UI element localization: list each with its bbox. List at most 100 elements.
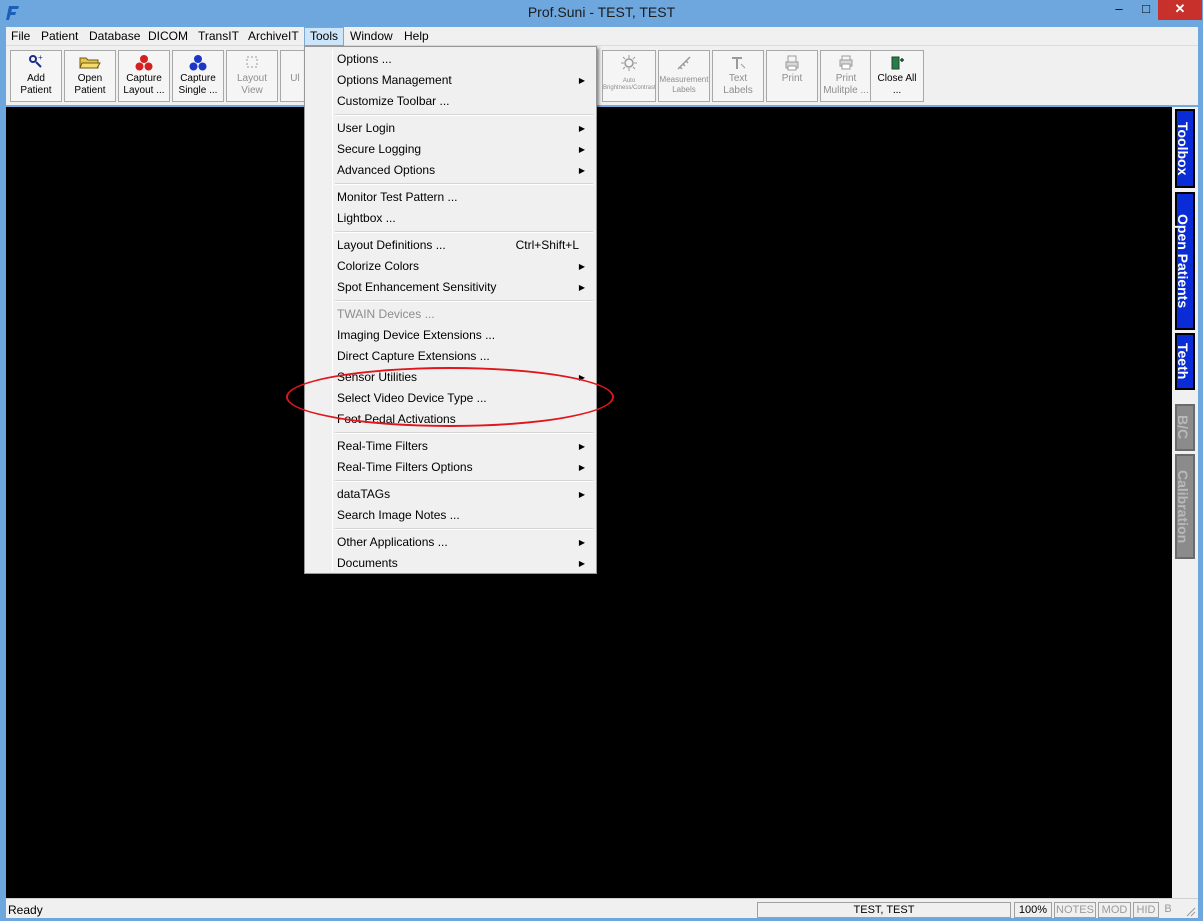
- print-multiple-icon: [821, 51, 871, 73]
- menu-archiveit[interactable]: ArchiveIT: [243, 28, 304, 45]
- status-notes: NOTES: [1054, 902, 1096, 918]
- menu-item-search-image-notes[interactable]: Search Image Notes ...: [337, 505, 593, 526]
- title-bar: Prof.Suni - TEST, TEST – □ ✕: [0, 0, 1203, 26]
- menu-item-direct-capture-extensions[interactable]: Direct Capture Extensions ...: [337, 346, 593, 367]
- menu-item-real-time-filters-options[interactable]: Real-Time Filters Options ▶: [337, 457, 593, 478]
- status-mod: MOD: [1098, 902, 1131, 918]
- submenu-arrow-icon: ▶: [578, 262, 585, 271]
- print-multiple-button[interactable]: Print Mulitple ...: [820, 50, 872, 102]
- menu-patient[interactable]: Patient: [36, 28, 83, 45]
- open-patient-button[interactable]: Open Patient: [64, 50, 116, 102]
- menu-item-imaging-device-extensions[interactable]: Imaging Device Extensions ...: [337, 325, 593, 346]
- menu-dicom[interactable]: DICOM: [143, 28, 193, 45]
- auto-brightness-icon: [603, 51, 655, 73]
- menu-item-real-time-filters[interactable]: Real-Time Filters ▶: [337, 436, 593, 457]
- capture-single-icon: [173, 51, 223, 73]
- close-all-label: Close All ...: [877, 73, 917, 96]
- menu-item-lightbox[interactable]: Lightbox ...: [337, 208, 593, 229]
- menu-database[interactable]: Database: [84, 28, 145, 45]
- text-labels-button[interactable]: Text Labels: [712, 50, 764, 102]
- submenu-arrow-icon: ▶: [578, 442, 585, 451]
- submenu-arrow-icon: ▶: [578, 283, 585, 292]
- tab-teeth[interactable]: Teeth: [1175, 333, 1195, 390]
- menu-item-twain-devices: TWAIN Devices ...: [337, 307, 435, 321]
- menu-item-sensor-utilities[interactable]: Sensor Utilities ▶: [337, 367, 593, 388]
- menu-item-customize-toolbar[interactable]: Customize Toolbar ...: [337, 91, 593, 112]
- menu-item-colorize-colors[interactable]: Colorize Colors ▶: [337, 256, 593, 277]
- toolbar: + Add Patient Open Patient Capture Layou…: [6, 46, 1198, 106]
- capture-single-label: Capture Single ...: [178, 73, 218, 96]
- text-labels-icon: [713, 51, 763, 73]
- capture-single-button[interactable]: Capture Single ...: [172, 50, 224, 102]
- menu-item-monitor-test-pattern[interactable]: Monitor Test Pattern ...: [337, 187, 593, 208]
- measurement-labels-button[interactable]: Measurement Labels: [658, 50, 710, 102]
- folder-open-icon: [65, 51, 115, 73]
- menu-icon-gutter: [332, 49, 333, 571]
- menu-help[interactable]: Help: [399, 28, 434, 45]
- layout-view-button[interactable]: Layout View: [226, 50, 278, 102]
- menu-item-datatags[interactable]: dataTAGs ▶: [337, 484, 593, 505]
- submenu-arrow-icon: ▶: [578, 373, 585, 382]
- menu-item-user-login[interactable]: User Login ▶: [337, 118, 593, 139]
- submenu-arrow-icon: ▶: [578, 490, 585, 499]
- submenu-arrow-icon: ▶: [578, 76, 585, 85]
- menu-item-options-management[interactable]: Options Management ▶: [337, 70, 593, 91]
- minimize-button[interactable]: –: [1106, 0, 1132, 20]
- menu-tools[interactable]: Tools: [304, 27, 345, 46]
- menu-separator: [335, 114, 593, 116]
- resize-grip-icon[interactable]: [1184, 905, 1196, 917]
- auto-brightness-button[interactable]: Auto Brightness/Contrast: [602, 50, 656, 102]
- text-labels-label: Text Labels: [723, 73, 753, 96]
- menu-item-spot-enhancement[interactable]: Spot Enhancement Sensitivity ▶: [337, 277, 593, 298]
- menu-separator: [335, 528, 593, 530]
- menu-item-foot-pedal-activations[interactable]: Foot Pedal Activations: [337, 409, 593, 430]
- print-multiple-label: Print Mulitple ...: [823, 73, 869, 96]
- tools-dropdown-menu: Options ... Options Management ▶ Customiz…: [304, 46, 597, 574]
- capture-layout-label: Capture Layout ...: [123, 73, 165, 96]
- right-tab-bar: Toolbox Open Patients Teeth B/C Calibrat…: [1172, 107, 1198, 898]
- menu-item-select-video-device-type[interactable]: Select Video Device Type ...: [337, 388, 593, 409]
- capture-layout-button[interactable]: Capture Layout ...: [118, 50, 170, 102]
- tab-toolbox[interactable]: Toolbox: [1175, 109, 1195, 188]
- tab-open-patients[interactable]: Open Patients: [1175, 192, 1195, 330]
- status-bar: Ready TEST, TEST 100% NOTES MOD HID B: [6, 898, 1198, 918]
- tab-calibration[interactable]: Calibration: [1175, 454, 1195, 559]
- menu-item-options[interactable]: Options ...: [337, 49, 593, 70]
- open-patient-label: Open Patient: [74, 73, 106, 96]
- status-text: Ready: [8, 903, 43, 917]
- shortcut-label: Ctrl+Shift+L: [515, 238, 579, 252]
- maximize-button[interactable]: □: [1133, 0, 1159, 20]
- add-patient-icon: +: [11, 51, 61, 73]
- menu-item-layout-definitions[interactable]: Layout Definitions ... Ctrl+Shift+L: [337, 235, 593, 256]
- submenu-arrow-icon: ▶: [578, 145, 585, 154]
- submenu-arrow-icon: ▶: [578, 463, 585, 472]
- menu-file[interactable]: File: [6, 28, 35, 45]
- status-hid: HID: [1133, 902, 1159, 918]
- status-zoom: 100%: [1014, 902, 1052, 918]
- capture-layout-icon: [119, 51, 169, 73]
- menu-transit[interactable]: TransIT: [193, 28, 244, 45]
- menu-item-secure-logging[interactable]: Secure Logging ▶: [337, 139, 593, 160]
- menu-separator: [335, 183, 593, 185]
- print-icon: [767, 51, 817, 73]
- menu-separator: [335, 231, 593, 233]
- measurement-labels-label: Measurement Labels: [659, 75, 709, 94]
- print-button[interactable]: Print: [766, 50, 818, 102]
- menu-item-documents[interactable]: Documents ▶: [337, 553, 593, 574]
- close-all-button[interactable]: Close All ...: [870, 50, 924, 102]
- menu-item-advanced-options[interactable]: Advanced Options ▶: [337, 160, 593, 181]
- menu-item-other-applications[interactable]: Other Applications ... ▶: [337, 532, 593, 553]
- close-all-icon: [871, 51, 923, 73]
- window-title: Prof.Suni - TEST, TEST: [527, 4, 676, 20]
- menu-window[interactable]: Window: [345, 28, 398, 45]
- status-patient: TEST, TEST: [757, 902, 1011, 918]
- menu-separator: [335, 300, 593, 302]
- layout-view-label: Layout View: [236, 73, 268, 96]
- measurement-icon: [659, 51, 709, 73]
- auto-brightness-label: Auto Brightness/Contrast: [603, 78, 656, 91]
- close-button[interactable]: ✕: [1158, 0, 1202, 20]
- submenu-arrow-icon: ▶: [578, 559, 585, 568]
- menu-separator: [335, 432, 593, 434]
- tab-bc[interactable]: B/C: [1175, 404, 1195, 451]
- add-patient-button[interactable]: + Add Patient: [10, 50, 62, 102]
